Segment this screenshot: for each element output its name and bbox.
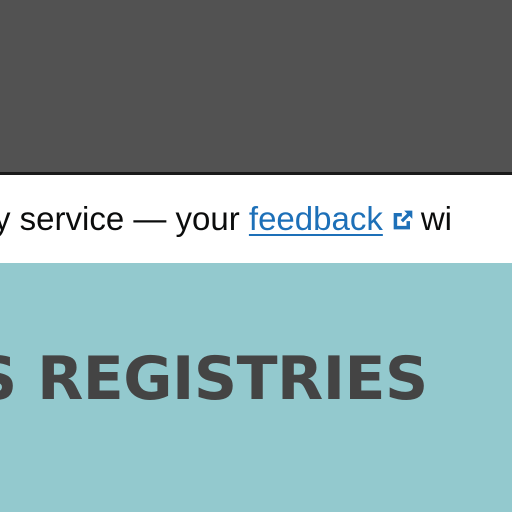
page: y service — your feedback wi S REGISTRIES	[0, 0, 512, 512]
hero-section: S REGISTRIES	[0, 263, 512, 512]
page-title: S REGISTRIES	[0, 344, 428, 414]
banner-text-before: y service — your	[0, 200, 249, 237]
banner-text-after: wi	[420, 200, 453, 237]
site-header	[0, 0, 512, 172]
feedback-link[interactable]: feedback	[249, 200, 383, 237]
feedback-banner: y service — your feedback wi	[0, 175, 512, 263]
external-link-icon[interactable]	[389, 206, 417, 234]
banner-text: y service — your feedback wi	[0, 197, 452, 241]
